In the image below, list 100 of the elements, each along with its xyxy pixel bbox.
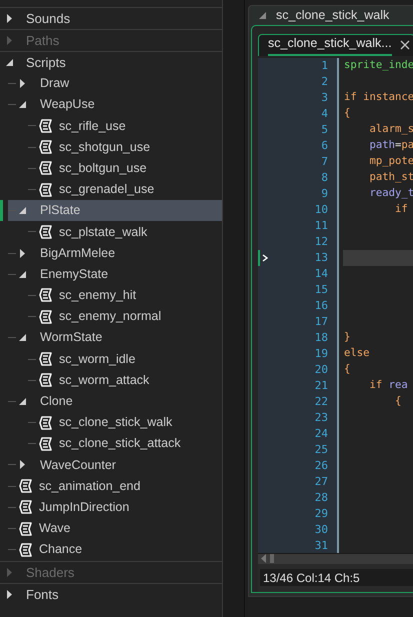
line-number: 21 xyxy=(314,378,328,394)
line-number: 22 xyxy=(314,394,328,410)
folder-item[interactable]: WormState xyxy=(8,327,222,348)
line-number: 20 xyxy=(314,362,328,378)
code-line: path_st xyxy=(368,170,413,185)
line-number: 16 xyxy=(314,298,328,314)
collapse-arrow-icon[interactable] xyxy=(6,58,14,67)
line-number: 25 xyxy=(314,442,328,458)
code-line: alarm_s xyxy=(368,122,413,137)
scroll-icon xyxy=(39,372,53,388)
code-line: if rea xyxy=(368,378,408,393)
folder-item[interactable]: PlState xyxy=(8,200,222,222)
code-line: } xyxy=(344,330,350,345)
scroll-icon xyxy=(39,308,53,325)
line-number: 14 xyxy=(314,266,328,282)
expand-arrow-icon[interactable] xyxy=(19,79,27,88)
script-item[interactable]: Wave xyxy=(8,518,222,540)
current-line-highlight xyxy=(343,250,413,266)
script-item[interactable]: sc_shotgun_use xyxy=(8,136,222,158)
scroll-icon xyxy=(39,436,53,452)
line-number: 3 xyxy=(321,90,328,106)
scroll-icon xyxy=(19,520,33,537)
line-number: 12 xyxy=(314,234,328,250)
folder-item[interactable]: Draw xyxy=(8,73,222,94)
code-line: path=pa xyxy=(368,138,413,153)
line-number: 18 xyxy=(314,330,328,346)
scroll-icon xyxy=(19,499,33,516)
script-item[interactable]: sc_grenadel_use xyxy=(8,178,222,200)
line-number: 26 xyxy=(314,458,328,474)
script-item[interactable]: sc_enemy_hit xyxy=(8,284,222,306)
line-number: 15 xyxy=(314,282,328,298)
line-number: 2 xyxy=(321,74,328,90)
collapse-arrow-icon[interactable] xyxy=(19,333,27,342)
expand-arrow-icon[interactable] xyxy=(19,248,27,258)
line-number: 11 xyxy=(314,218,328,234)
collapse-arrow-icon[interactable] xyxy=(19,270,27,279)
scroll-icon xyxy=(19,478,33,494)
scroll-icon xyxy=(39,139,53,156)
line-number: 1 xyxy=(321,58,328,74)
window-title: sc_clone_stick_walk xyxy=(276,7,390,24)
script-item[interactable]: sc_worm_idle xyxy=(8,348,222,370)
line-number: 24 xyxy=(314,426,328,442)
close-icon[interactable] xyxy=(400,40,410,50)
collapse-arrow-icon[interactable] xyxy=(19,100,27,110)
script-item[interactable]: sc_boltgun_use xyxy=(8,158,222,179)
script-item[interactable]: sc_clone_stick_walk xyxy=(8,412,222,434)
folder-item[interactable]: BigArmMelee xyxy=(8,242,222,264)
script-item[interactable]: sc_clone_stick_attack xyxy=(8,433,222,454)
code-line: { xyxy=(344,362,350,377)
line-number: 29 xyxy=(314,506,328,522)
line-number: 30 xyxy=(314,522,328,538)
code-line: { xyxy=(394,394,402,409)
script-item[interactable]: sc_animation_end xyxy=(8,476,222,497)
expand-arrow-icon[interactable] xyxy=(6,590,14,600)
scroll-icon xyxy=(39,414,53,431)
folder-item[interactable]: WaveCounter xyxy=(8,454,222,476)
script-item[interactable]: sc_plstate_walk xyxy=(8,221,222,242)
script-item[interactable]: JumpInDirection xyxy=(8,496,222,518)
expand-arrow-icon[interactable] xyxy=(6,14,14,23)
line-number: 6 xyxy=(321,138,328,154)
line-number: 7 xyxy=(321,154,328,170)
script-item[interactable]: Chance xyxy=(8,539,222,560)
expand-arrow-icon[interactable] xyxy=(19,460,27,470)
line-number: 10 xyxy=(314,202,328,218)
collapse-arrow-icon[interactable] xyxy=(19,396,27,406)
scroll-icon xyxy=(19,542,33,558)
line-number: 23 xyxy=(314,410,328,426)
code-line: if xyxy=(394,202,408,217)
section-header[interactable]: Scripts xyxy=(0,52,222,73)
scroll-left-icon[interactable] xyxy=(260,554,268,564)
scroll-icon xyxy=(39,287,53,304)
line-number: 17 xyxy=(314,314,328,330)
scroll-icon xyxy=(39,351,53,368)
line-number: 4 xyxy=(321,106,328,122)
line-number: 27 xyxy=(314,474,328,490)
scroll-icon xyxy=(39,182,53,198)
line-number: 28 xyxy=(314,490,328,506)
script-item[interactable]: sc_worm_attack xyxy=(8,370,222,391)
section-header[interactable]: Sounds xyxy=(0,8,222,29)
line-number: 9 xyxy=(321,186,328,202)
editor-tab[interactable]: sc_clone_stick_walk... xyxy=(258,34,413,56)
code-line: { xyxy=(344,106,350,121)
script-item[interactable]: sc_enemy_normal xyxy=(8,306,222,328)
folder-item[interactable]: Clone xyxy=(8,390,222,412)
status-bar: 13/46 Col:14 Ch:5 xyxy=(260,569,413,586)
line-number: 19 xyxy=(314,346,328,362)
folder-item[interactable]: EnemyState xyxy=(8,264,222,285)
selection-marker xyxy=(0,200,3,222)
folder-item[interactable]: WeapUse xyxy=(8,94,222,116)
section-header[interactable]: Fonts xyxy=(0,584,222,606)
line-number: 5 xyxy=(321,122,328,138)
collapse-arrow-icon[interactable] xyxy=(19,206,27,216)
code-line: ready_t xyxy=(368,186,413,201)
line-number: 31 xyxy=(314,538,328,553)
scroll-icon xyxy=(39,224,53,240)
line-number: 13 xyxy=(314,250,328,266)
scroll-icon xyxy=(39,160,53,176)
line-number: 8 xyxy=(321,170,328,186)
horizontal-scrollbar[interactable] xyxy=(258,552,413,564)
script-item[interactable]: sc_rifle_use xyxy=(8,115,222,137)
